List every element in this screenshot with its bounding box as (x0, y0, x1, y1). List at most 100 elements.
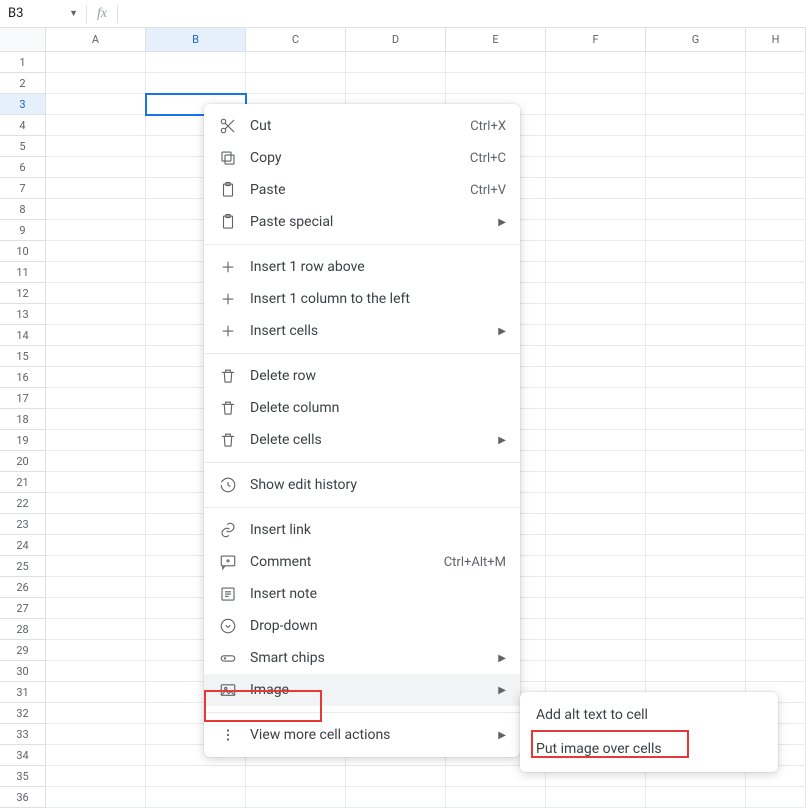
cell[interactable] (546, 535, 646, 556)
row-header[interactable]: 27 (0, 598, 46, 619)
menu-item[interactable]: Drop-down (204, 610, 520, 642)
cell[interactable] (646, 283, 746, 304)
menu-item[interactable]: Delete cells▶ (204, 424, 520, 456)
cell[interactable] (646, 661, 746, 682)
row-header[interactable]: 32 (0, 703, 46, 724)
cell[interactable] (746, 619, 806, 640)
row-header[interactable]: 34 (0, 745, 46, 766)
cell[interactable] (146, 52, 246, 73)
cell[interactable] (346, 766, 446, 787)
cell[interactable] (46, 577, 146, 598)
cell[interactable] (546, 493, 646, 514)
cell[interactable] (546, 199, 646, 220)
cell[interactable] (46, 241, 146, 262)
column-header[interactable]: F (546, 28, 646, 51)
cell[interactable] (746, 787, 806, 808)
cell[interactable] (546, 157, 646, 178)
row-header[interactable]: 26 (0, 577, 46, 598)
cell[interactable] (746, 262, 806, 283)
cell[interactable] (546, 283, 646, 304)
cell[interactable] (46, 115, 146, 136)
cell[interactable] (746, 661, 806, 682)
cell[interactable] (46, 304, 146, 325)
row-header[interactable]: 7 (0, 178, 46, 199)
cell[interactable] (46, 724, 146, 745)
cell[interactable] (746, 598, 806, 619)
cell[interactable] (646, 514, 746, 535)
row-header[interactable]: 14 (0, 325, 46, 346)
cell[interactable] (46, 409, 146, 430)
cell[interactable] (46, 598, 146, 619)
cell[interactable] (646, 640, 746, 661)
cell[interactable] (546, 304, 646, 325)
cell[interactable] (746, 115, 806, 136)
cell[interactable] (646, 304, 746, 325)
cell[interactable] (546, 325, 646, 346)
menu-item[interactable]: Show edit history (204, 469, 520, 501)
row-header[interactable]: 31 (0, 682, 46, 703)
cell[interactable] (646, 388, 746, 409)
cell[interactable] (646, 199, 746, 220)
cell[interactable] (646, 472, 746, 493)
menu-item[interactable]: CopyCtrl+C (204, 142, 520, 174)
cell[interactable] (746, 535, 806, 556)
cell[interactable] (546, 367, 646, 388)
row-header[interactable]: 2 (0, 73, 46, 94)
row-header[interactable]: 28 (0, 619, 46, 640)
cell[interactable] (646, 220, 746, 241)
cell[interactable] (746, 199, 806, 220)
cell[interactable] (646, 178, 746, 199)
cell[interactable] (646, 430, 746, 451)
row-header[interactable]: 8 (0, 199, 46, 220)
column-header[interactable]: A (46, 28, 146, 51)
cell[interactable] (46, 367, 146, 388)
cell[interactable] (646, 535, 746, 556)
cell[interactable] (746, 52, 806, 73)
cell[interactable] (546, 598, 646, 619)
cell[interactable] (46, 535, 146, 556)
menu-item[interactable]: PasteCtrl+V (204, 174, 520, 206)
cell[interactable] (746, 157, 806, 178)
row-header[interactable]: 21 (0, 472, 46, 493)
row-header[interactable]: 9 (0, 220, 46, 241)
cell[interactable] (446, 787, 546, 808)
menu-item[interactable]: Paste special▶ (204, 206, 520, 238)
menu-item[interactable]: View more cell actions▶ (204, 719, 520, 751)
cell[interactable] (346, 787, 446, 808)
row-header[interactable]: 3 (0, 94, 46, 115)
select-all-corner[interactable] (0, 28, 46, 51)
row-header[interactable]: 19 (0, 430, 46, 451)
cell[interactable] (646, 493, 746, 514)
cell[interactable] (346, 52, 446, 73)
cell[interactable] (746, 577, 806, 598)
menu-item[interactable]: Insert link (204, 514, 520, 546)
menu-item[interactable]: Insert cells▶ (204, 315, 520, 347)
row-header[interactable]: 33 (0, 724, 46, 745)
cell[interactable] (46, 703, 146, 724)
cell[interactable] (746, 325, 806, 346)
cell[interactable] (646, 262, 746, 283)
row-header[interactable]: 16 (0, 367, 46, 388)
column-header[interactable]: C (246, 28, 346, 51)
submenu-item[interactable]: Put image over cells (520, 732, 778, 766)
column-header[interactable]: D (346, 28, 446, 51)
cell[interactable] (46, 619, 146, 640)
cell[interactable] (46, 430, 146, 451)
cell[interactable] (46, 745, 146, 766)
cell[interactable] (646, 367, 746, 388)
row-header[interactable]: 4 (0, 115, 46, 136)
cell[interactable] (46, 766, 146, 787)
cell[interactable] (746, 514, 806, 535)
cell[interactable] (646, 598, 746, 619)
cell[interactable] (746, 451, 806, 472)
cell[interactable] (646, 52, 746, 73)
menu-item[interactable]: Delete column (204, 392, 520, 424)
cell[interactable] (746, 283, 806, 304)
menu-item[interactable]: CommentCtrl+Alt+M (204, 546, 520, 578)
row-header[interactable]: 30 (0, 661, 46, 682)
row-header[interactable]: 10 (0, 241, 46, 262)
cell[interactable] (46, 388, 146, 409)
cell[interactable] (746, 136, 806, 157)
cell[interactable] (646, 325, 746, 346)
cell[interactable] (546, 409, 646, 430)
